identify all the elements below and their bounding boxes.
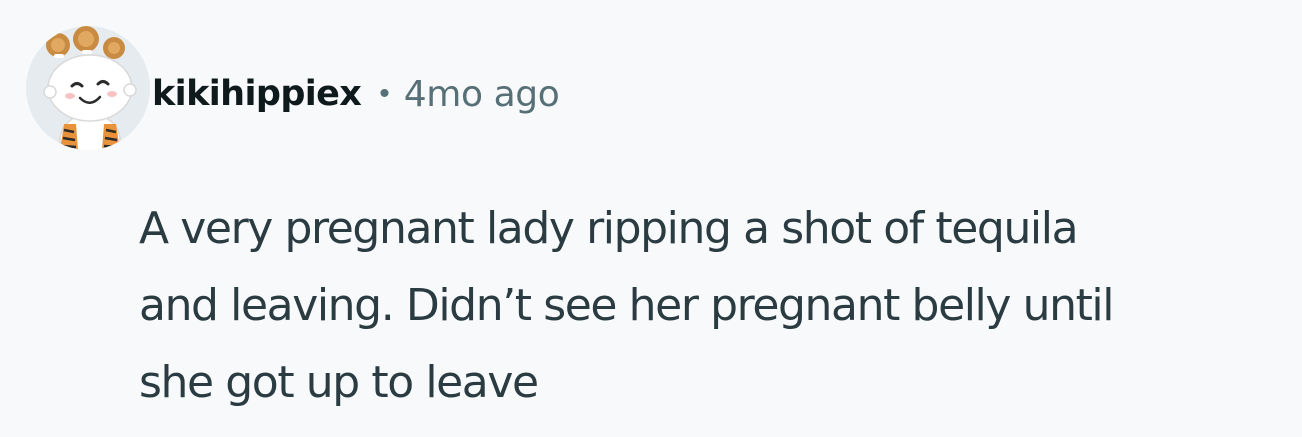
user-avatar[interactable] xyxy=(26,26,150,150)
meta-separator-dot: • xyxy=(379,77,390,110)
snoo-tiger-avatar-icon xyxy=(43,26,137,150)
comment: kikihippiex • 4mo ago A very pregnant la… xyxy=(0,0,1302,437)
comment-body: A very pregnant lady ripping a shot of t… xyxy=(139,203,1114,408)
username-link[interactable]: kikihippiex xyxy=(152,74,362,114)
comment-timestamp[interactable]: 4mo ago xyxy=(404,74,560,115)
comment-meta: kikihippiex • 4mo ago xyxy=(152,66,560,122)
